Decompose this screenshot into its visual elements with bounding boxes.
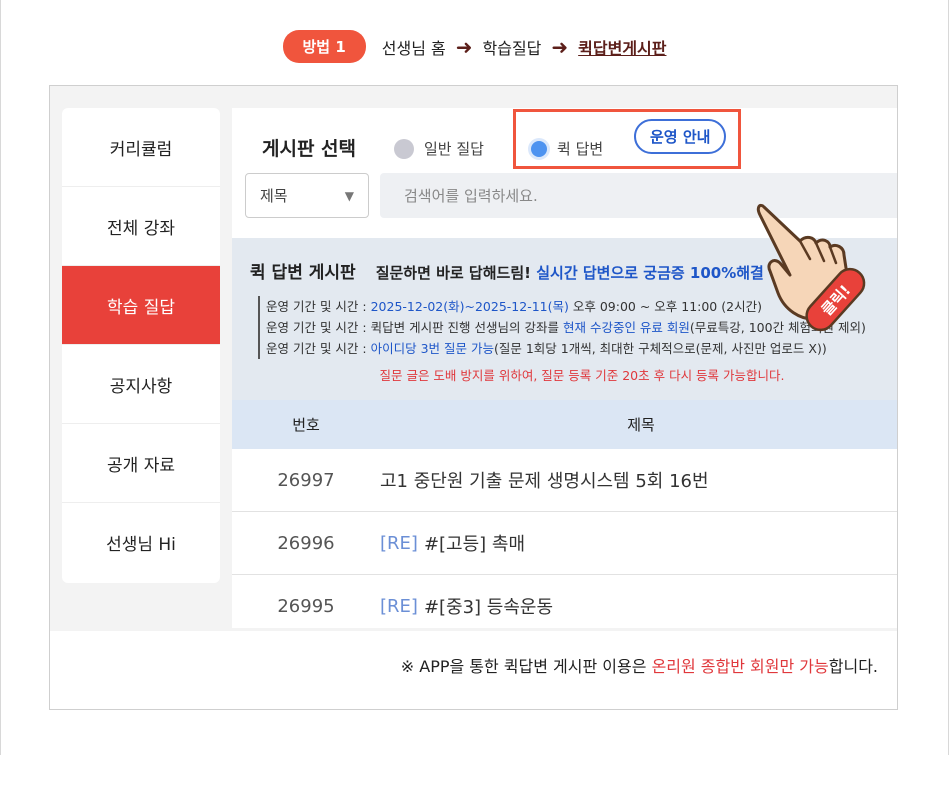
path-step-quick-board: 퀵답변게시판 xyxy=(578,38,667,58)
method-badge: 방법 1 xyxy=(282,30,366,63)
reply-tag: [RE] xyxy=(380,595,418,617)
notice-suffix: 합니다. xyxy=(828,657,878,676)
info-line-label: 운영 기간 및 시간 : xyxy=(266,299,371,314)
table-row[interactable]: 26995 [RE] #[중3] 등속운동 xyxy=(232,575,897,637)
row-title[interactable]: #[고등] 촉매 xyxy=(424,530,525,556)
arrow-right-icon: ➜ xyxy=(455,34,473,59)
sidebar-item-curriculum[interactable]: 커리큘럼 xyxy=(62,108,220,187)
reply-tag: [RE] xyxy=(380,532,418,554)
info-line-highlight: 현재 수강중인 유료 회원 xyxy=(562,320,690,335)
row-number: 26997 xyxy=(277,469,335,491)
table-row[interactable]: 26996 [RE] #[고등] 촉매 xyxy=(232,512,897,575)
column-header-number: 번호 xyxy=(292,416,320,434)
info-line-text: 퀵답변 게시판 진행 선생님의 강좌를 xyxy=(370,320,563,335)
notice-prefix: ※ APP을 통한 퀵답변 게시판 이용은 xyxy=(400,657,652,676)
row-title[interactable]: #[중3] 등속운동 xyxy=(424,593,553,619)
info-subtitle-plain: 질문하면 바로 답해드림! xyxy=(375,264,531,282)
sidebar-item-all-courses[interactable]: 전체 강좌 xyxy=(62,187,220,266)
info-line-highlight: 2025-12-02(화)~2025-12-11(목) xyxy=(370,299,569,314)
info-line-label: 운영 기간 및 시간 : xyxy=(266,341,371,356)
row-number: 26996 xyxy=(277,532,335,554)
pointing-hand-icon: 클릭! xyxy=(756,203,866,332)
info-subtitle-blue: 실시간 답변으로 궁금증 100%해결 xyxy=(536,264,764,282)
notice-highlight: 온리원 종합반 회원만 가능 xyxy=(651,657,829,676)
radio-quick-label: 퀵 답변 xyxy=(557,140,604,158)
arrow-right-icon: ➜ xyxy=(551,34,569,59)
sidebar-item-teacher-hi[interactable]: 선생님 Hi xyxy=(62,503,220,582)
caret-down-icon: ▼ xyxy=(344,188,354,203)
navigation-path: 방법 1 선생님 홈 ➜ 학습질답 ➜ 퀵답변게시판 xyxy=(0,30,949,63)
radio-unchecked-icon xyxy=(394,138,414,159)
main-panel: 게시판 선택 일반 질답 퀵 답변 운영 안내 제목 ▼ 퀵 답변 게시판 질문… xyxy=(232,108,897,628)
row-title[interactable]: 고1 중단원 기출 문제 생명시스템 5회 16번 xyxy=(380,467,709,493)
info-line-text: (질문 1회당 1개씩, 최대한 구체적으로(문제, 사진만 업로드 X)) xyxy=(493,341,827,356)
sidebar: 커리큘럼 전체 강좌 학습 질답 공지사항 공개 자료 선생님 Hi xyxy=(62,108,220,583)
info-title: 퀵 답변 게시판 xyxy=(250,263,356,283)
info-header: 퀵 답변 게시판 질문하면 바로 답해드림! 실시간 답변으로 궁금증 100%… xyxy=(250,258,764,283)
info-line-text: 오후 09:00 ~ 오후 11:00 (2시간) xyxy=(568,299,762,314)
screen-frame: 커리큘럼 전체 강좌 학습 질답 공지사항 공개 자료 선생님 Hi 게시판 선… xyxy=(49,85,898,710)
sidebar-item-notices[interactable]: 공지사항 xyxy=(62,345,220,424)
search-field-value: 제목 xyxy=(260,187,288,205)
info-subtitle: 질문하면 바로 답해드림! 실시간 답변으로 궁금증 100%해결 xyxy=(376,262,764,283)
info-line-highlight: 아이디당 3번 질문 가능 xyxy=(370,341,494,356)
info-line-label: 운영 기간 및 시간 : xyxy=(266,320,371,335)
radio-general-qna[interactable]: 일반 질답 xyxy=(394,138,484,159)
radio-quick-answer[interactable]: 퀵 답변 xyxy=(531,138,603,159)
info-warning: 질문 글은 도배 방지를 위하여, 질문 등록 기준 20초 후 다시 등록 가… xyxy=(379,368,785,383)
page-edge-left xyxy=(0,0,1,755)
sidebar-item-learning-qna[interactable]: 학습 질답 xyxy=(62,266,220,345)
sidebar-item-public-materials[interactable]: 공개 자료 xyxy=(62,424,220,503)
radio-checked-icon xyxy=(531,140,547,157)
guide-bubble[interactable]: 운영 안내 xyxy=(634,119,727,154)
board-select-title: 게시판 선택 xyxy=(262,138,357,160)
table-header: 번호 제목 xyxy=(232,400,897,449)
path-step-qna: 학습질답 xyxy=(482,38,542,58)
app-notice: ※ APP을 통한 퀵답변 게시판 이용은 온리원 종합반 회원만 가능합니다. xyxy=(50,653,878,677)
table-row[interactable]: 26997 고1 중단원 기출 문제 생명시스템 5회 16번 xyxy=(232,449,897,512)
search-field-select[interactable]: 제목 ▼ xyxy=(245,173,369,218)
info-line-limit: 운영 기간 및 시간 : 아이디당 3번 질문 가능(질문 1회당 1개씩, 최… xyxy=(266,338,866,359)
path-step-home: 선생님 홈 xyxy=(381,38,446,58)
column-header-title: 제목 xyxy=(627,416,655,434)
radio-general-label: 일반 질답 xyxy=(424,140,484,158)
row-number: 26995 xyxy=(277,595,335,617)
